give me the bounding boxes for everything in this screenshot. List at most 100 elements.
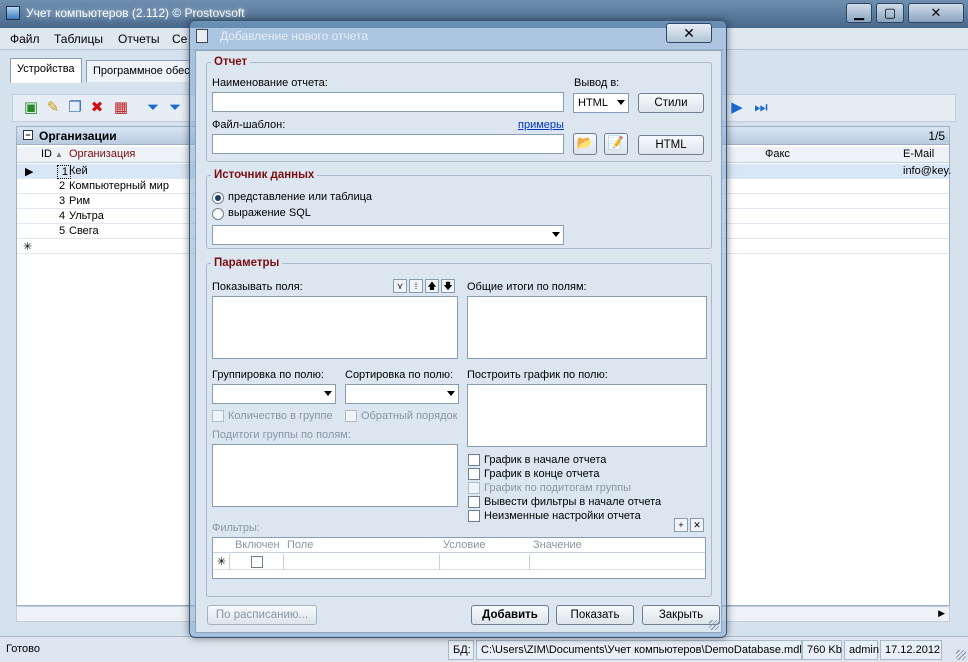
- chart-by-subtotals-checkbox[interactable]: [468, 482, 480, 494]
- status-resize-grip[interactable]: [956, 650, 966, 660]
- menu-service[interactable]: Се: [172, 32, 187, 46]
- fixed-settings-label: Неизменные настройки отчета: [484, 510, 641, 522]
- count-in-group-label: Количество в группе: [228, 410, 333, 422]
- chevron-down-icon: [324, 391, 332, 396]
- menu-tables[interactable]: Таблицы: [54, 32, 103, 46]
- template-file-label: Файл-шаблон:: [212, 119, 286, 131]
- show-fields-list[interactable]: [212, 296, 458, 359]
- tab-devices[interactable]: Устройства: [10, 58, 82, 83]
- status-db-path: C:\Users\ZIM\Documents\Учет компьютеров\…: [476, 640, 802, 660]
- dialog-close-button[interactable]: ✕: [666, 23, 712, 43]
- sort-by-select[interactable]: [345, 384, 459, 404]
- fixed-settings-checkbox[interactable]: [468, 510, 480, 522]
- chart-at-end-checkbox[interactable]: [468, 468, 480, 480]
- reverse-order-label: Обратный порядок: [361, 410, 458, 422]
- add-button[interactable]: Добавить: [471, 605, 549, 625]
- move-down-icon[interactable]: 🡇: [441, 279, 455, 293]
- field-properties-icon[interactable]: ⁞: [409, 279, 423, 293]
- styles-button[interactable]: Стили: [638, 93, 704, 113]
- count-in-group-checkbox[interactable]: [212, 410, 224, 422]
- radio-view-or-table[interactable]: [212, 192, 224, 204]
- chevron-down-icon: [617, 100, 625, 105]
- html-button[interactable]: HTML: [638, 135, 704, 155]
- radio-view-or-table-label[interactable]: представление или таблица: [228, 191, 372, 203]
- column-id[interactable]: ID: [41, 148, 52, 160]
- dialog-resize-grip[interactable]: [709, 620, 719, 630]
- row-organization: Рим: [69, 195, 91, 207]
- group-by-select[interactable]: [212, 384, 336, 404]
- column-fax[interactable]: Факс: [765, 148, 790, 160]
- maximize-button[interactable]: ▢: [876, 3, 904, 23]
- edit-record-icon[interactable]: ✎: [45, 100, 61, 116]
- window-close-button[interactable]: ✕: [908, 3, 964, 23]
- edit-template-button[interactable]: 📝: [604, 133, 628, 155]
- add-filter-icon[interactable]: +: [674, 518, 688, 532]
- remove-filter-icon[interactable]: ✕: [690, 518, 704, 532]
- tab-software[interactable]: Программное обес: [86, 60, 190, 82]
- data-source-select[interactable]: [212, 225, 564, 245]
- filter-col-enabled[interactable]: Включен: [235, 539, 280, 551]
- filter-icon[interactable]: ⏷: [145, 100, 161, 116]
- delete-record-icon[interactable]: ✖: [89, 100, 105, 116]
- collapse-icon[interactable]: −: [23, 130, 33, 140]
- add-report-dialog: Добавление нового отчета ✕ Отчет Наимено…: [189, 20, 727, 638]
- minimize-button[interactable]: ▁: [846, 3, 872, 23]
- filter-col-field[interactable]: Поле: [287, 539, 313, 551]
- radio-sql-expression[interactable]: [212, 208, 224, 220]
- chart-at-end-label: График в конце отчета: [484, 468, 600, 480]
- row-organization: Компьютерный мир: [69, 180, 169, 192]
- menu-reports[interactable]: Отчеты: [118, 32, 159, 46]
- filter-enabled-checkbox[interactable]: [251, 556, 263, 568]
- dialog-report-icon: [196, 29, 208, 43]
- report-name-label: Наименование отчета:: [212, 77, 328, 89]
- chart-at-start-checkbox[interactable]: [468, 454, 480, 466]
- reverse-order-checkbox[interactable]: [345, 410, 357, 422]
- folder-open-icon: 📂: [576, 135, 594, 150]
- delete-all-icon[interactable]: ▦: [113, 100, 129, 116]
- scroll-right-icon[interactable]: ▶: [938, 608, 945, 619]
- new-row-icon: ✳: [23, 241, 33, 253]
- move-up-icon[interactable]: 🡅: [425, 279, 439, 293]
- filter-new-row[interactable]: ✳: [213, 554, 705, 570]
- filters-at-start-checkbox[interactable]: [468, 496, 480, 508]
- totals-list[interactable]: [467, 296, 707, 359]
- subtotals-label: Подитоги группы по полям:: [212, 429, 351, 441]
- select-fields-icon[interactable]: ⋎: [393, 279, 407, 293]
- open-folder-button[interactable]: 📂: [573, 133, 597, 155]
- examples-link[interactable]: примеры: [518, 119, 564, 131]
- row-pointer-icon: ▶: [25, 166, 34, 178]
- chart-field-list[interactable]: [467, 384, 707, 447]
- show-button[interactable]: Показать: [556, 605, 634, 625]
- schedule-button[interactable]: По расписанию...: [207, 605, 317, 625]
- filter-col-condition[interactable]: Условие: [443, 539, 486, 551]
- add-record-icon[interactable]: ▣: [23, 100, 39, 116]
- filters-grid-header: Включен Поле Условие Значение: [213, 538, 705, 553]
- template-file-input[interactable]: [212, 134, 564, 154]
- status-date: 17.12.2012: [880, 640, 942, 660]
- sort-asc-icon: ▲: [55, 150, 63, 159]
- parameters-legend: Параметры: [214, 257, 280, 269]
- filter-clear-icon[interactable]: ⏷: [167, 100, 183, 116]
- chevron-down-icon: [552, 232, 560, 237]
- chevron-down-icon: [447, 391, 455, 396]
- column-organization[interactable]: Организация: [69, 148, 135, 160]
- report-name-input[interactable]: [212, 92, 564, 112]
- filters-grid[interactable]: Включен Поле Условие Значение ✳: [212, 537, 706, 579]
- dialog-title: Добавление нового отчета: [220, 29, 369, 43]
- new-row-icon: ✳: [217, 556, 227, 568]
- menu-file[interactable]: Файл: [10, 32, 40, 46]
- copy-record-icon[interactable]: ❐: [67, 100, 83, 116]
- data-source-legend: Источник данных: [214, 169, 315, 181]
- filter-col-value[interactable]: Значение: [533, 539, 582, 551]
- show-fields-label: Показывать поля:: [212, 281, 303, 293]
- filter-grid-divider: [439, 554, 440, 570]
- last-record-icon[interactable]: ⏭: [753, 100, 769, 116]
- row-email: info@key.: [903, 165, 952, 177]
- column-email[interactable]: E-Mail: [903, 148, 934, 160]
- next-record-icon[interactable]: ▶: [729, 100, 745, 116]
- output-select-value: HTML: [578, 97, 608, 109]
- output-select[interactable]: HTML: [573, 93, 629, 113]
- row-organization: Кей: [69, 165, 88, 177]
- subtotals-list[interactable]: [212, 444, 458, 507]
- radio-sql-expression-label[interactable]: выражение SQL: [228, 207, 311, 219]
